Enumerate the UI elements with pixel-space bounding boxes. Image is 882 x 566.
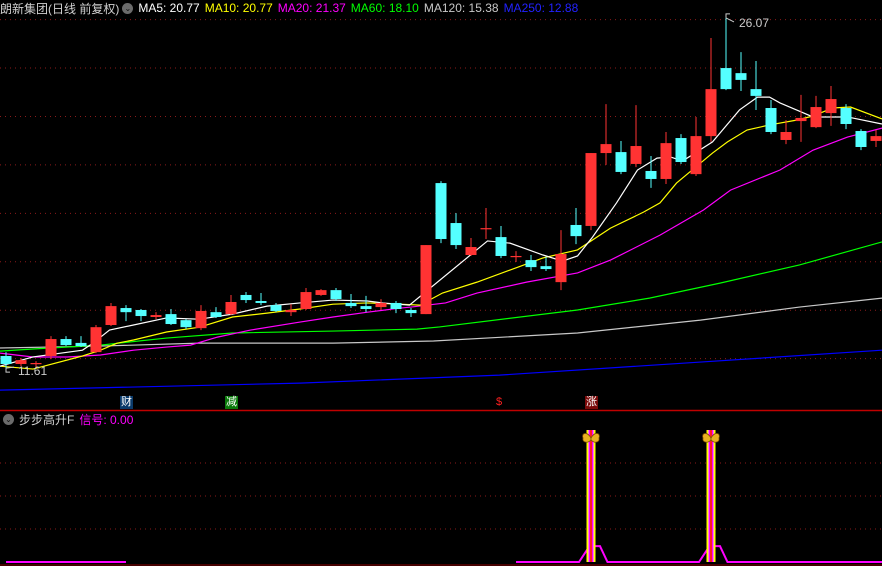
high-price-label: 26.07 [739, 16, 769, 30]
indicator-name: 步步高升F [19, 412, 75, 427]
chevron-down-icon[interactable]: ⌄ [122, 2, 134, 14]
candle-down [210, 312, 222, 318]
candle-up [690, 136, 702, 175]
ma60-label: MA60: 18.10 [350, 1, 419, 15]
candle-up [705, 89, 717, 137]
candle-up [315, 290, 327, 295]
candle-down [405, 309, 417, 314]
candle-down [120, 308, 132, 313]
candle-down [450, 223, 462, 246]
candle-down [615, 152, 627, 172]
candle-down [330, 290, 342, 300]
candle-down [720, 68, 732, 90]
chevron-down-icon[interactable]: ⌄ [3, 413, 14, 425]
candle-up [510, 255, 522, 258]
candle-down [840, 108, 852, 124]
main-chart-header: 朗新集团(日线 前复权) ⌄ MA5: 20.77 MA10: 20.77 MA… [0, 0, 583, 16]
candle-up [45, 339, 57, 356]
candle-up [300, 292, 312, 310]
candle-down [165, 314, 177, 325]
candle-down [270, 305, 282, 311]
candle-up [465, 247, 477, 256]
candle-up [600, 144, 612, 154]
candle-up [555, 254, 567, 283]
kline-chart[interactable]: 26.07 11.61 [0, 0, 882, 566]
candle-up [585, 153, 597, 226]
candle-up [375, 302, 387, 308]
candle-up [870, 136, 882, 141]
candle-down [855, 131, 867, 147]
candle-up [150, 315, 162, 318]
indicator-header: ⌄ 步步高升F 信号: 0.00 [0, 411, 138, 427]
low-price-label: 11.61 [18, 364, 47, 378]
ma-line-ma60 [0, 241, 882, 352]
candle-up [225, 301, 237, 315]
candle-up [780, 131, 792, 140]
candle-down [345, 302, 357, 307]
candle-down [240, 294, 252, 301]
candle-up [630, 146, 642, 164]
candle-down [750, 89, 762, 96]
signal-line [516, 545, 882, 563]
price-pointer-icon [725, 13, 735, 23]
candle-down [180, 320, 192, 328]
candle-up [825, 99, 837, 114]
candle-up [480, 228, 492, 230]
candle-down [675, 138, 687, 163]
signal-bar [710, 430, 712, 562]
candle-up [420, 245, 432, 315]
candle-down [525, 260, 537, 268]
ma5-label: MA5: 20.77 [138, 1, 200, 15]
event-marker[interactable]: 涨 [585, 396, 598, 409]
candle-down [75, 342, 87, 347]
event-marker[interactable]: $ [495, 396, 503, 409]
event-marker[interactable]: 减 [225, 396, 238, 409]
candle-up [195, 310, 207, 329]
candle-down [360, 306, 372, 310]
candle-down [495, 237, 507, 256]
candle-down [60, 339, 72, 346]
candle-down [735, 73, 747, 80]
candle-down [435, 183, 447, 240]
indicator-signal-value: 信号: 0.00 [79, 412, 134, 427]
signal-bar [590, 430, 592, 562]
candle-up [660, 143, 672, 179]
ma-line-ma250 [0, 349, 882, 391]
candle-down [255, 301, 267, 303]
candle-down [645, 170, 657, 179]
candle-up [810, 107, 822, 128]
candle-down [135, 309, 147, 317]
event-marker[interactable]: 财 [120, 396, 133, 409]
candle-up [105, 306, 117, 325]
ma10-label: MA10: 20.77 [204, 1, 273, 15]
candle-up [285, 309, 297, 313]
ma250-label: MA250: 12.88 [503, 1, 579, 15]
ma20-label: MA20: 21.37 [277, 1, 346, 15]
stock-title: 朗新集团(日线 前复权) [0, 1, 120, 16]
candle-up [90, 327, 102, 353]
ma120-label: MA120: 15.38 [423, 1, 499, 15]
candle-up [795, 117, 807, 122]
candle-down [0, 355, 12, 364]
candle-down [540, 266, 552, 270]
candle-down [765, 108, 777, 132]
candle-down [570, 224, 582, 237]
candle-down [390, 302, 402, 310]
